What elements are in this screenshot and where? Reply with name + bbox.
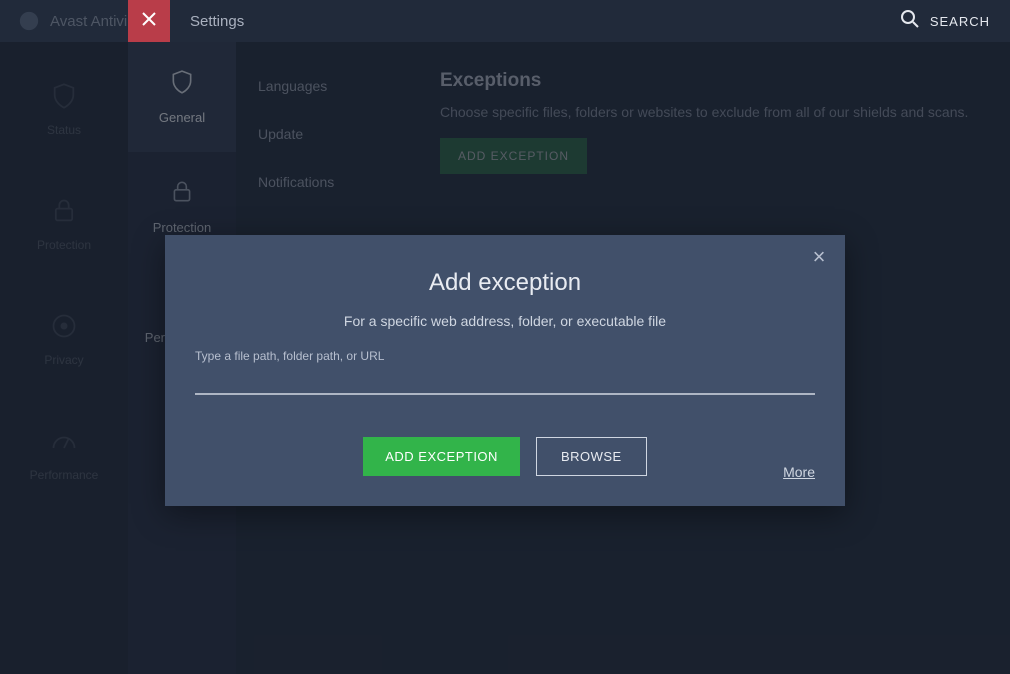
modal-actions: ADD EXCEPTION BROWSE [195, 437, 815, 476]
page-title: Settings [190, 0, 244, 42]
modal-title: Add exception [195, 269, 815, 297]
brand-logo-icon [18, 10, 40, 32]
more-link[interactable]: More [783, 464, 815, 480]
close-icon: × [813, 246, 826, 268]
close-settings-button[interactable] [128, 0, 170, 42]
close-icon [142, 12, 156, 31]
modal-overlay: × Add exception For a specific web addre… [0, 42, 1010, 674]
search-button[interactable]: SEARCH [900, 0, 990, 42]
modal-browse-button[interactable]: BROWSE [536, 437, 647, 476]
modal-close-button[interactable]: × [807, 245, 831, 269]
modal-input-label: Type a file path, folder path, or URL [195, 349, 815, 363]
search-icon [900, 9, 920, 34]
modal-subtitle: For a specific web address, folder, or e… [195, 313, 815, 329]
app-window: Avast Antivirus Settings SEARCH Status P… [0, 0, 1010, 674]
modal-add-exception-button[interactable]: ADD EXCEPTION [363, 437, 520, 476]
content-area: Status Protection Privacy Performance Ge… [0, 42, 1010, 674]
top-bar: Avast Antivirus Settings SEARCH [0, 0, 1010, 42]
add-exception-modal: × Add exception For a specific web addre… [165, 235, 845, 506]
search-label: SEARCH [930, 14, 990, 29]
exception-path-input[interactable] [195, 365, 815, 395]
